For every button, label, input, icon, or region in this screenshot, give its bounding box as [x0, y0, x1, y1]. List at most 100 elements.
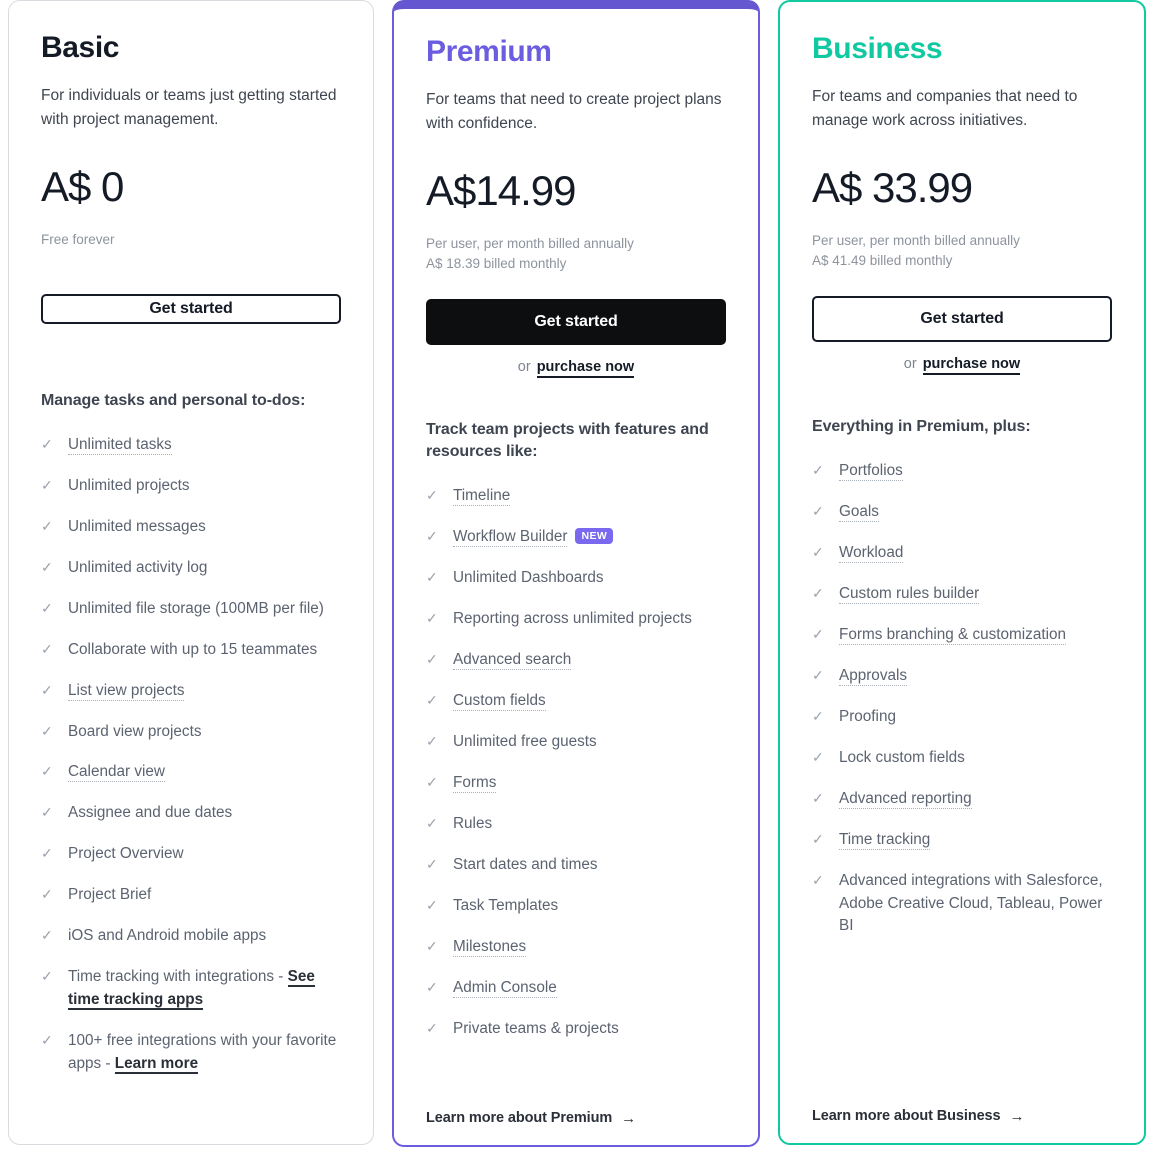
- new-badge: NEW: [575, 528, 614, 544]
- plan-price: A$ 33.99: [812, 164, 973, 212]
- check-icon: ✓: [426, 651, 438, 668]
- feature-tooltip-link[interactable]: Milestones: [453, 937, 527, 957]
- feature-item: ✓ Workflow Builder NEW: [426, 526, 726, 549]
- check-icon: ✓: [41, 599, 53, 616]
- billing-line: Per user, per month billed annually: [812, 233, 1020, 249]
- check-icon: ✓: [426, 487, 438, 504]
- learn-more-link[interactable]: Learn more about Business →: [812, 1108, 1024, 1125]
- plan-billing-info: Per user, per month billed annually A$ 41…: [812, 231, 1112, 270]
- check-icon: ✓: [41, 1032, 53, 1049]
- check-icon: ✓: [812, 503, 824, 520]
- feature-item: ✓ Approvals: [812, 665, 1112, 688]
- check-icon: ✓: [41, 435, 53, 452]
- feature-tooltip-link[interactable]: Timeline: [453, 487, 511, 507]
- purchase-prefix-label: or: [903, 356, 917, 373]
- feature-item: ✓ Unlimited projects: [41, 475, 341, 498]
- feature-label[interactable]: Forms branching & customization: [839, 624, 1066, 647]
- check-icon: ✓: [426, 528, 438, 545]
- feature-label[interactable]: Goals: [839, 501, 879, 524]
- features-title: Everything in Premium, plus:: [812, 418, 1031, 436]
- feature-tooltip-link[interactable]: Portfolios: [839, 462, 903, 482]
- check-icon: ✓: [426, 814, 438, 831]
- feature-item: ✓ Rules: [426, 813, 726, 836]
- feature-tooltip-link[interactable]: Advanced search: [453, 651, 572, 671]
- feature-label: iOS and Android mobile apps: [68, 927, 267, 945]
- feature-item: ✓ Start dates and times: [426, 854, 726, 877]
- feature-label[interactable]: Admin Console: [453, 977, 557, 1000]
- feature-label[interactable]: Timeline: [453, 485, 511, 508]
- feature-label: Project Brief: [68, 886, 152, 904]
- feature-item: ✓ Reporting across unlimited projects: [426, 608, 726, 631]
- feature-tooltip-link[interactable]: Forms: [453, 773, 497, 793]
- card-footer: Learn more about Premium →: [426, 1091, 726, 1127]
- get-started-button[interactable]: Get started: [426, 299, 726, 346]
- pricing-plans-grid: Basic For individuals or teams just getti…: [0, 0, 1154, 1156]
- feature-inline-link[interactable]: Learn more: [114, 1054, 199, 1074]
- feature-label[interactable]: Approvals: [839, 665, 908, 688]
- feature-tooltip-link[interactable]: Custom fields: [453, 692, 546, 711]
- feature-item: ✓ Board view projects: [41, 721, 341, 744]
- get-started-button[interactable]: Get started: [41, 294, 341, 324]
- purchase-now-link[interactable]: purchase now: [922, 356, 1021, 376]
- feature-tooltip-link[interactable]: Goals: [839, 503, 879, 523]
- arrow-right-icon: →: [1009, 1107, 1025, 1125]
- feature-label[interactable]: Advanced reporting: [839, 788, 972, 811]
- check-icon: ✓: [812, 871, 824, 888]
- feature-tooltip-link[interactable]: Admin Console: [453, 978, 557, 998]
- feature-static-text: 100+ free integrations with your favorit…: [68, 1032, 337, 1072]
- feature-label[interactable]: Portfolios: [839, 460, 903, 483]
- plan-card-business: Business For teams and companies that nee…: [778, 0, 1146, 1145]
- feature-tooltip-link[interactable]: Unlimited tasks: [68, 435, 172, 455]
- feature-item: ✓ Workload: [812, 542, 1112, 565]
- feature-label[interactable]: Unlimited tasks: [68, 434, 172, 457]
- purchase-now-link[interactable]: purchase now: [536, 359, 635, 379]
- feature-label: Project Overview: [68, 845, 184, 863]
- feature-tooltip-link[interactable]: Time tracking: [839, 830, 931, 850]
- feature-tooltip-link[interactable]: Forms branching & customization: [839, 625, 1066, 645]
- feature-label[interactable]: Workload: [839, 542, 904, 565]
- check-icon: ✓: [426, 569, 438, 586]
- feature-item: ✓ Unlimited Dashboards: [426, 567, 726, 590]
- check-icon: ✓: [41, 722, 53, 739]
- feature-item: ✓ Time tracking with integrations - See t…: [41, 966, 341, 1012]
- check-icon: ✓: [41, 640, 53, 657]
- feature-tooltip-link[interactable]: Approvals: [839, 666, 908, 686]
- feature-label[interactable]: Forms: [453, 772, 497, 795]
- feature-item: ✓ Forms branching & customization: [812, 624, 1112, 647]
- feature-label[interactable]: Advanced search: [453, 649, 572, 672]
- feature-label[interactable]: Time tracking: [839, 829, 931, 852]
- feature-item: ✓ Custom fields: [426, 690, 726, 713]
- feature-label[interactable]: 100+ free integrations with your favorit…: [68, 1030, 341, 1076]
- feature-tooltip-link[interactable]: Advanced reporting: [839, 789, 972, 809]
- plan-price: A$ 0: [41, 163, 124, 211]
- features-title: Manage tasks and personal to-dos:: [41, 391, 306, 409]
- feature-label[interactable]: Workflow Builder NEW: [453, 526, 614, 549]
- check-icon: ✓: [41, 886, 53, 903]
- feature-label: Start dates and times: [453, 855, 598, 873]
- feature-label[interactable]: Custom fields: [453, 690, 546, 713]
- check-icon: ✓: [426, 773, 438, 790]
- card-footer: [41, 1094, 341, 1118]
- feature-label: Advanced integrations with Salesforce, A…: [839, 871, 1103, 935]
- feature-label[interactable]: List view projects: [68, 680, 185, 703]
- get-started-button[interactable]: Get started: [812, 296, 1112, 343]
- feature-item: ✓ Unlimited tasks: [41, 434, 341, 457]
- feature-label[interactable]: Time tracking with integrations - See ti…: [68, 966, 341, 1012]
- feature-label[interactable]: Milestones: [453, 936, 527, 959]
- feature-tooltip-link[interactable]: List view projects: [68, 681, 185, 701]
- feature-tooltip-link[interactable]: Custom rules builder: [839, 585, 980, 605]
- purchase-now-row: or purchase now: [426, 359, 726, 379]
- feature-tooltip-link[interactable]: Workload: [839, 544, 904, 564]
- feature-label: Task Templates: [453, 896, 559, 914]
- feature-label[interactable]: Custom rules builder: [839, 583, 980, 606]
- feature-tooltip-link[interactable]: Workflow Builder: [453, 528, 568, 548]
- feature-label: Collaborate with up to 15 teammates: [68, 640, 318, 658]
- feature-item: ✓ Unlimited free guests: [426, 731, 726, 754]
- learn-more-link[interactable]: Learn more about Premium →: [426, 1110, 636, 1127]
- check-icon: ✓: [812, 585, 824, 602]
- feature-tooltip-link[interactable]: Calendar view: [68, 763, 165, 783]
- feature-item: ✓ Advanced search: [426, 649, 726, 672]
- learn-more-label: Learn more about Premium: [426, 1110, 613, 1126]
- feature-label[interactable]: Calendar view: [68, 761, 165, 784]
- feature-label: Proofing: [839, 707, 896, 725]
